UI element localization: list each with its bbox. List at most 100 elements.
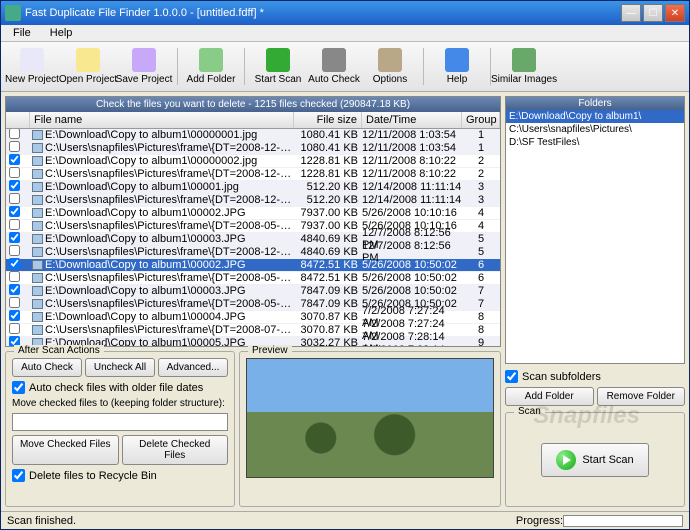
- play-icon: [556, 450, 576, 470]
- chk-recycle-bin[interactable]: [12, 469, 25, 482]
- menu-help[interactable]: Help: [42, 25, 81, 41]
- file-icon: [32, 169, 43, 179]
- row-checkbox[interactable]: [9, 154, 20, 165]
- menubar: File Help: [1, 25, 689, 42]
- file-icon: [32, 195, 43, 205]
- file-icon: [32, 260, 43, 270]
- auto-check-button[interactable]: Auto Check: [12, 358, 82, 377]
- minimize-button[interactable]: —: [621, 4, 641, 22]
- start-scan-button[interactable]: Start Scan: [541, 443, 648, 477]
- file-icon: [32, 208, 43, 218]
- row-checkbox[interactable]: [9, 219, 20, 230]
- add-folder-icon: [199, 48, 223, 72]
- file-icon: [32, 325, 43, 335]
- preview-panel: Preview: [239, 351, 501, 507]
- row-checkbox[interactable]: [9, 284, 20, 295]
- row-checkbox[interactable]: [9, 141, 20, 152]
- chk-older-dates[interactable]: [12, 381, 25, 394]
- uncheck-all-button[interactable]: Uncheck All: [85, 358, 155, 377]
- help-btn[interactable]: Help: [430, 46, 484, 87]
- folders-panel: Folders E:\Download\Copy to album1\C:\Us…: [505, 96, 685, 364]
- remove-folder-button[interactable]: Remove Folder: [597, 387, 686, 406]
- row-checkbox[interactable]: [9, 297, 20, 308]
- row-checkbox[interactable]: [9, 167, 20, 178]
- row-checkbox[interactable]: [9, 323, 20, 334]
- col-filesize[interactable]: File size: [294, 112, 362, 128]
- titlebar: Fast Duplicate File Finder 1.0.0.0 - [un…: [1, 1, 689, 25]
- row-checkbox[interactable]: [9, 180, 20, 191]
- toolbar: New ProjectOpen ProjectSave Project Add F…: [1, 42, 689, 92]
- row-checkbox[interactable]: [9, 193, 20, 204]
- file-icon: [32, 156, 43, 166]
- table-row[interactable]: E:\Download\Copy to album1\00002.JPG8472…: [6, 259, 500, 272]
- start-scan-icon: [266, 48, 290, 72]
- auto-check[interactable]: Auto Check: [307, 46, 361, 87]
- table-row[interactable]: C:\Users\snapfiles\Pictures\frame\{DT=20…: [6, 246, 500, 259]
- move-checked-button[interactable]: Move Checked Files: [12, 435, 119, 465]
- add-folder-button[interactable]: Add Folder: [505, 387, 594, 406]
- row-checkbox[interactable]: [9, 232, 20, 243]
- open-project[interactable]: Open Project: [61, 46, 115, 87]
- results-table: Check the files you want to delete - 121…: [5, 96, 501, 347]
- app-icon: [5, 5, 21, 21]
- table-row[interactable]: C:\Users\snapfiles\Pictures\frame\{DT=20…: [6, 194, 500, 207]
- col-datetime[interactable]: Date/Time: [362, 112, 462, 128]
- new-project-icon: [20, 48, 44, 72]
- col-group[interactable]: Group: [462, 112, 500, 128]
- scan-panel: Scan Start Scan: [505, 412, 685, 507]
- start-scan[interactable]: Start Scan: [251, 46, 305, 87]
- progress-label: Progress:: [516, 515, 563, 527]
- file-icon: [32, 286, 43, 296]
- table-row[interactable]: E:\Download\Copy to album1\00001.jpg512.…: [6, 181, 500, 194]
- save-project[interactable]: Save Project: [117, 46, 171, 87]
- col-check[interactable]: [6, 112, 30, 128]
- folder-item[interactable]: D:\SF TestFiles\: [506, 136, 684, 149]
- table-row[interactable]: E:\Download\Copy to album1\00000002.jpg1…: [6, 155, 500, 168]
- file-icon: [32, 273, 43, 283]
- row-checkbox[interactable]: [9, 129, 20, 139]
- maximize-button[interactable]: ☐: [643, 4, 663, 22]
- row-checkbox[interactable]: [9, 271, 20, 282]
- table-row[interactable]: C:\Users\snapfiles\Pictures\frame\{DT=20…: [6, 272, 500, 285]
- row-checkbox[interactable]: [9, 310, 20, 321]
- file-icon: [32, 143, 43, 153]
- row-checkbox[interactable]: [9, 258, 20, 269]
- similar-images[interactable]: Similar Images: [497, 46, 551, 87]
- open-project-icon: [76, 48, 100, 72]
- window-title: Fast Duplicate File Finder 1.0.0.0 - [un…: [25, 7, 621, 19]
- file-icon: [32, 234, 43, 244]
- col-filename[interactable]: File name: [30, 112, 294, 128]
- file-icon: [32, 247, 43, 257]
- folder-item[interactable]: C:\Users\snapfiles\Pictures\: [506, 123, 684, 136]
- options[interactable]: Options: [363, 46, 417, 87]
- chk-scan-subfolders[interactable]: [505, 370, 518, 383]
- table-row[interactable]: E:\Download\Copy to album1\00002.JPG7937…: [6, 207, 500, 220]
- new-project[interactable]: New Project: [5, 46, 59, 87]
- folder-item[interactable]: E:\Download\Copy to album1\: [506, 110, 684, 123]
- help-btn-icon: [445, 48, 469, 72]
- delete-checked-button[interactable]: Delete Checked Files: [122, 435, 229, 465]
- similar-images-icon: [512, 48, 536, 72]
- file-icon: [32, 221, 43, 231]
- file-icon: [32, 312, 43, 322]
- row-checkbox[interactable]: [9, 245, 20, 256]
- row-checkbox[interactable]: [9, 206, 20, 217]
- move-path-input[interactable]: [12, 413, 228, 431]
- save-project-icon: [132, 48, 156, 72]
- auto-check-icon: [322, 48, 346, 72]
- progress-bar: [563, 515, 683, 527]
- close-button[interactable]: ✕: [665, 4, 685, 22]
- table-row[interactable]: C:\Users\snapfiles\Pictures\frame\{DT=20…: [6, 142, 500, 155]
- menu-file[interactable]: File: [5, 25, 39, 41]
- table-row[interactable]: E:\Download\Copy to album1\00003.JPG7847…: [6, 285, 500, 298]
- file-icon: [32, 130, 43, 140]
- move-label: Move checked files to (keeping folder st…: [12, 398, 228, 409]
- advanced-button[interactable]: Advanced...: [158, 358, 228, 377]
- preview-image: [246, 358, 494, 478]
- table-row[interactable]: C:\Users\snapfiles\Pictures\frame\{DT=20…: [6, 168, 500, 181]
- after-scan-actions: After Scan Actions Auto Check Uncheck Al…: [5, 351, 235, 507]
- status-text: Scan finished.: [7, 515, 76, 527]
- add-folder[interactable]: Add Folder: [184, 46, 238, 87]
- table-row[interactable]: E:\Download\Copy to album1\00000001.jpg1…: [6, 129, 500, 142]
- options-icon: [378, 48, 402, 72]
